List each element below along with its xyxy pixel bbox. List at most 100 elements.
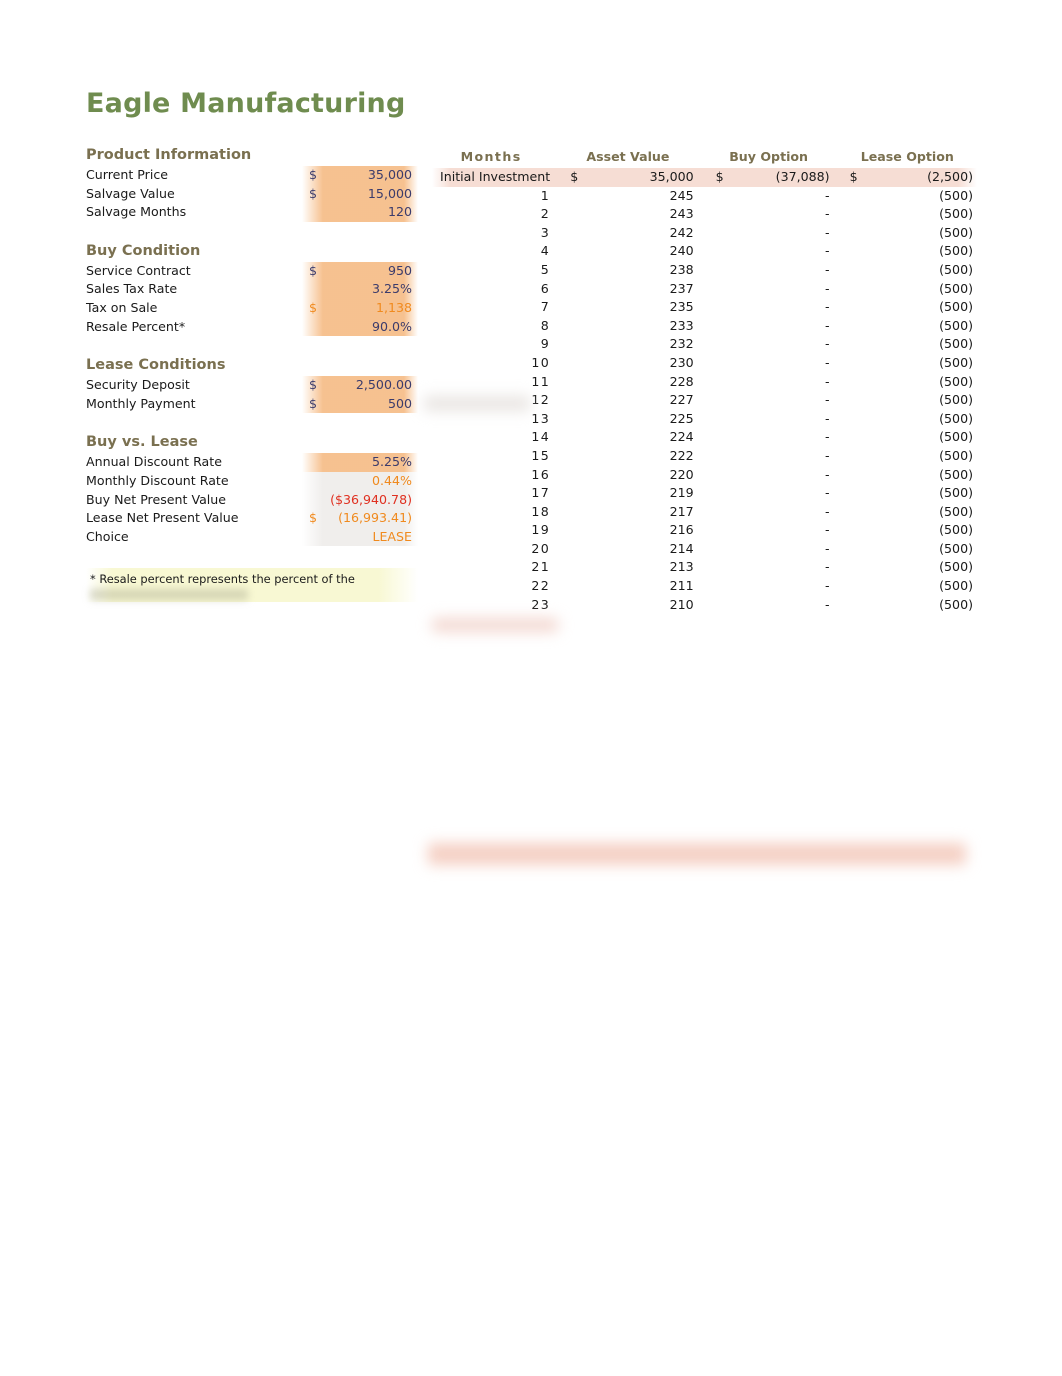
asset-value-cell-text: 217 — [669, 503, 694, 519]
month-cell: 1 — [432, 187, 562, 206]
table-row: 10 230 - (500) — [432, 354, 977, 373]
section-heading: Buy Condition — [86, 240, 418, 262]
assumption-row: Lease Net Present Value $ (16,993.41) — [86, 509, 418, 528]
assumption-label: Security Deposit — [86, 377, 190, 393]
buy-option-cell: - — [708, 354, 842, 373]
assumption-value-cell[interactable]: $500 — [302, 394, 418, 414]
lease-option-cell-text: (500) — [939, 243, 973, 259]
table-row: 19 216 - (500) — [432, 521, 977, 540]
month-cell: 23 — [432, 596, 562, 615]
assumption-value: 2,500.00 — [355, 377, 412, 393]
buy-option-cell: - — [708, 521, 842, 540]
assumption-value-cell[interactable]: 3.25% — [302, 280, 418, 299]
panel-section: Buy vs. Lease Annual Discount Rate 5.25% Mo… — [86, 431, 418, 547]
asset-value-cell-text: 210 — [669, 596, 694, 612]
asset-value-cell-text: 233 — [669, 317, 694, 333]
buy-option-cell: - — [708, 428, 842, 447]
lease-option-cell: (500) — [842, 317, 977, 336]
month-cell: 5 — [432, 261, 562, 280]
table-row: 22 211 - (500) — [432, 577, 977, 596]
assumption-row: Resale Percent* 90.0% — [86, 317, 418, 337]
assumption-label: Salvage Value — [86, 185, 175, 201]
initial-investment-label: Initial Investment — [432, 168, 563, 187]
lease-option-cell-text: (500) — [939, 578, 973, 594]
asset-value-cell: 240 — [562, 242, 707, 261]
lease-option-cell-text: (500) — [939, 429, 973, 445]
month-cell: 20 — [432, 540, 562, 559]
lease-option-cell: (500) — [842, 577, 977, 596]
month-cell: 19 — [432, 521, 562, 540]
table-row: 3 242 - (500) — [432, 224, 977, 243]
asset-value-cell: 219 — [562, 484, 707, 503]
assumption-value-cell[interactable]: $950 — [302, 261, 418, 281]
month-cell: 11 — [432, 373, 562, 392]
buy-option-cell-text: - — [825, 224, 830, 240]
assumption-value-cell[interactable]: 0.44% — [302, 471, 418, 491]
asset-value-cell-text: 243 — [669, 206, 694, 222]
asset-value-cell: 235 — [562, 298, 707, 317]
lease-option-cell-text: (500) — [939, 206, 973, 222]
buy-option-cell-text: - — [825, 187, 830, 203]
table-row: 6 237 - (500) — [432, 280, 977, 299]
cash-flow-schedule: Months Asset Value Buy Option Lease Opti… — [432, 148, 977, 614]
lease-option-cell-text: (500) — [939, 299, 973, 315]
month-cell-text: 14 — [531, 429, 551, 445]
assumption-value-cell[interactable]: 5.25% — [302, 453, 418, 472]
asset-value-cell: 224 — [562, 428, 707, 447]
buy-option-cell-text: - — [825, 354, 830, 370]
assumption-value-cell[interactable]: $15,000 — [302, 184, 418, 204]
month-cell-text: 17 — [531, 485, 551, 501]
asset-value-cell: 242 — [562, 224, 707, 243]
month-cell: 21 — [432, 558, 562, 577]
assumption-value-cell[interactable]: $35,000 — [302, 166, 418, 185]
buy-option-cell: - — [708, 317, 842, 336]
buy-option-cell: - — [708, 484, 842, 503]
initial-asset-value: $35,000 — [562, 168, 708, 187]
assumption-value: 0.44% — [371, 472, 412, 488]
buy-option-cell-text: - — [825, 522, 830, 538]
buy-option-cell-text: - — [825, 373, 830, 389]
lease-option-cell: (500) — [842, 540, 977, 559]
buy-option-cell-text: - — [825, 466, 830, 482]
buy-option-cell: - — [708, 335, 842, 354]
asset-value-cell-text: 227 — [669, 392, 694, 408]
buy-option-cell: - — [708, 205, 842, 224]
month-cell-text: 10 — [531, 354, 551, 370]
assumption-value-cell[interactable]: $1,138 — [302, 298, 418, 318]
asset-value-cell: 228 — [562, 373, 707, 392]
assumption-value-cell[interactable]: ($36,940.78) — [302, 490, 418, 510]
buy-option-cell: - — [708, 242, 842, 261]
asset-value-cell-text: 237 — [669, 280, 694, 296]
initial-investment-label-text: Initial Investment — [440, 169, 551, 184]
schedule-table-body: Initial Investment $35,000 $ (37,088) $ (2,50… — [432, 168, 977, 614]
buy-option-cell-text: - — [825, 243, 830, 259]
month-cell-text: 15 — [531, 447, 551, 463]
assumption-value-cell[interactable]: LEASE — [302, 527, 418, 547]
buy-option-cell: - — [708, 261, 842, 280]
asset-value-cell-text: 235 — [669, 299, 694, 315]
lease-option-cell: (500) — [842, 521, 977, 540]
table-row: 5 238 - (500) — [432, 261, 977, 280]
currency-symbol: $ — [309, 262, 318, 278]
buy-option-cell-text: - — [825, 392, 830, 408]
assumption-value: 35,000 — [367, 167, 412, 182]
assumption-value-cell[interactable]: 90.0% — [302, 317, 418, 337]
assumption-value-cell[interactable]: 120 — [302, 203, 418, 222]
assumption-value-cell[interactable]: $ (16,993.41) — [302, 509, 418, 528]
column-header-lease-option: Lease Option — [860, 148, 954, 164]
buy-option-cell: - — [708, 187, 842, 206]
lease-option-cell: (500) — [842, 224, 977, 243]
month-cell-text: 3 — [540, 224, 551, 240]
asset-value-cell: 213 — [562, 558, 707, 577]
asset-value-cell: 237 — [562, 280, 707, 299]
section-heading: Buy vs. Lease — [86, 431, 418, 453]
assumption-value-cell[interactable]: $2,500.00 — [302, 376, 418, 395]
asset-value-cell: 222 — [562, 447, 707, 466]
buy-option-cell: - — [708, 298, 842, 317]
buy-option-cell-text: - — [825, 540, 830, 556]
month-cell: 14 — [432, 428, 562, 447]
buy-option-cell-text: - — [825, 447, 830, 463]
column-header-asset-value: Asset Value — [586, 148, 670, 164]
assumption-value: 3.25% — [371, 281, 412, 297]
